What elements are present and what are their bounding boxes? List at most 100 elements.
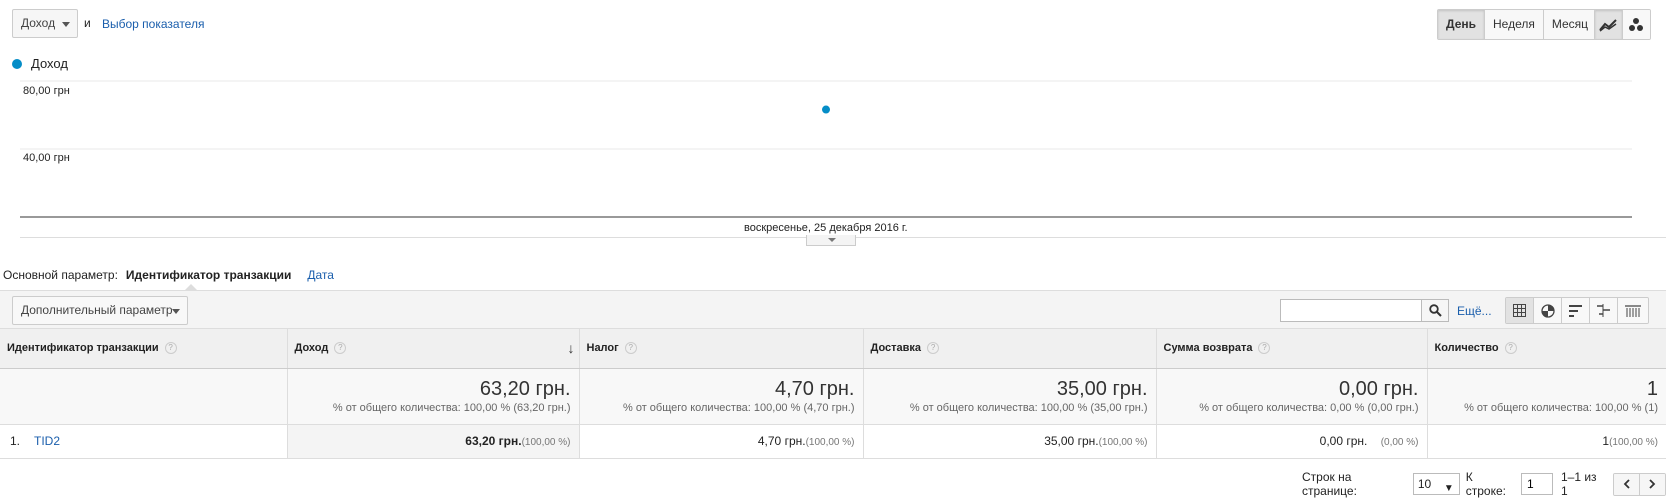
table-toolbar: Дополнительный параметр Ещё... (0, 290, 1666, 329)
help-icon[interactable]: ? (624, 342, 637, 355)
view-percentage-button[interactable] (1534, 298, 1562, 323)
table-search-input[interactable] (1280, 299, 1422, 322)
total-value: 63,20 грн. (479, 378, 571, 400)
row-shipping-cell: 35,00 грн.(100,00 %) (863, 424, 1157, 459)
total-percent: % от общего количества: 100,00 % (63,20 … (332, 402, 571, 414)
cell-percent: (0,00 %) (1380, 437, 1419, 448)
view-performance-button[interactable] (1562, 298, 1590, 323)
column-header-label: Доставка (870, 342, 922, 355)
data-table: Идентификатор транзакции? Доход? ↓ Налог… (0, 329, 1666, 459)
y-tick-label: 40,00 грн (23, 152, 70, 164)
metric-select-value: Доход (21, 16, 56, 30)
rows-per-page-label: Строк на странице: (1302, 470, 1357, 498)
transaction-id-link[interactable]: TID2 (34, 434, 60, 448)
totals-cell: 63,20 грн. % от общего количества: 100,0… (287, 368, 580, 425)
period-week-button[interactable]: Неделя (1485, 10, 1544, 39)
line-chart-button[interactable] (1595, 10, 1623, 39)
comparison-icon (1596, 304, 1610, 317)
y-tick-label: 80,00 грн (23, 85, 70, 97)
cell-percent: (100,00 %) (1098, 437, 1148, 448)
totals-row: 63,20 грн. % от общего количества: 100,0… (0, 368, 1666, 425)
page-nav (1613, 472, 1666, 496)
help-icon[interactable]: ? (927, 342, 940, 355)
primary-dimension-date-link[interactable]: Дата (307, 268, 334, 282)
chevron-down-icon: ▼ (1443, 483, 1454, 494)
help-icon[interactable]: ? (1504, 342, 1517, 355)
secondary-dimension-label: Дополнительный параметр (21, 303, 173, 317)
help-icon[interactable]: ? (334, 342, 347, 355)
data-point[interactable] (822, 105, 830, 114)
cell-value: 35,00 грн. (1044, 434, 1099, 448)
prev-page-button[interactable] (1614, 473, 1640, 495)
search-icon (1428, 304, 1442, 317)
cell-percent: (100,00 %) (1609, 437, 1658, 448)
primary-dimension-label: Основной параметр: (3, 268, 118, 282)
column-header-label: Количество (1434, 342, 1499, 355)
pie-chart-icon (1540, 303, 1555, 318)
pivot-icon (1625, 304, 1641, 317)
primary-dimension-active[interactable]: Идентификатор транзакции (126, 268, 291, 282)
rows-per-page-select[interactable]: 10 ▼ (1412, 473, 1460, 495)
column-header-tax[interactable]: Налог? (579, 329, 864, 369)
grid-icon (1513, 304, 1526, 317)
goto-row-input[interactable] (1520, 473, 1553, 495)
chevron-down-icon (172, 309, 180, 314)
cell-percent: (100,00 %) (521, 437, 571, 448)
totals-cell: 4,70 грн. % от общего количества: 100,00… (579, 368, 864, 425)
line-chart-icon (1599, 18, 1617, 32)
view-pivot-button[interactable] (1618, 298, 1648, 323)
totals-cell-empty (0, 368, 288, 425)
row-quantity-cell: 1(100,00 %) (1427, 424, 1666, 459)
collapse-chart-toggle[interactable] (806, 235, 856, 246)
totals-cell: 1 % от общего количества: 100,00 % (1) (1427, 368, 1666, 425)
period-toggle: День Неделя Месяц (1437, 9, 1598, 40)
primary-dimension-bar: Основной параметр: Идентификатор транзак… (3, 268, 334, 282)
next-page-button[interactable] (1639, 473, 1666, 495)
motion-chart-button[interactable] (1622, 10, 1650, 39)
total-value: 4,70 грн. (774, 378, 855, 400)
chevron-right-icon (1649, 479, 1656, 489)
column-header-label: Налог (586, 342, 619, 355)
column-header-label: Доход (294, 342, 329, 355)
column-header-quantity[interactable]: Количество? (1427, 329, 1666, 369)
help-icon[interactable]: ? (164, 342, 177, 355)
more-link[interactable]: Ещё... (1457, 304, 1492, 318)
period-day-button[interactable]: День (1438, 10, 1485, 39)
cell-value: 0,00 грн. (1319, 434, 1368, 448)
secondary-dimension-select[interactable]: Дополнительный параметр (12, 296, 188, 325)
chevron-left-icon (1623, 479, 1630, 489)
period-month-button[interactable]: Месяц (1543, 10, 1597, 39)
total-percent: % от общего количества: 100,00 % (4,70 г… (622, 402, 855, 414)
column-header-transaction-id[interactable]: Идентификатор транзакции? (0, 329, 288, 369)
bubble-chart-icon (1629, 17, 1644, 31)
cell-value: 4,70 грн. (757, 434, 806, 448)
total-value: 35,00 грн. (1056, 378, 1148, 400)
table-row: 1. TID2 63,20 грн.(100,00 %) 4,70 грн. (10… (0, 424, 1666, 459)
total-value: 1 (1646, 378, 1658, 400)
view-data-button[interactable] (1506, 298, 1534, 323)
total-percent: % от общего количества: 0,00 % (0,00 грн… (1199, 402, 1419, 414)
page-range-text: 1–1 из 1 (1560, 470, 1597, 498)
total-percent: % от общего количества: 100,00 % (1) (1464, 402, 1658, 414)
view-comparison-button[interactable] (1590, 298, 1618, 323)
total-value: 0,00 грн. (1338, 378, 1419, 400)
sort-desc-icon: ↓ (567, 340, 575, 356)
column-header-revenue[interactable]: Доход? ↓ (287, 329, 580, 369)
bar-chart-icon (1568, 304, 1582, 317)
select-metric-link[interactable]: Выбор показателя (102, 17, 204, 31)
column-header-shipping[interactable]: Доставка? (863, 329, 1157, 369)
row-revenue-cell: 63,20 грн.(100,00 %) (287, 424, 580, 459)
totals-cell: 35,00 грн. % от общего количества: 100,0… (863, 368, 1157, 425)
row-refund-cell: 0,00 грн. (0,00 %) (1156, 424, 1428, 459)
column-header-refund[interactable]: Сумма возврата? (1156, 329, 1428, 369)
column-header-label: Сумма возврата (1163, 342, 1253, 355)
table-header-row: Идентификатор транзакции? Доход? ↓ Налог… (0, 329, 1666, 369)
total-percent: % от общего количества: 100,00 % (35,00 … (909, 402, 1148, 414)
search-button[interactable] (1421, 299, 1449, 322)
help-icon[interactable]: ? (1258, 342, 1271, 355)
pagination: Строк на странице: 10 ▼ К строке: 1–1 из… (1302, 470, 1666, 498)
metric-select[interactable]: Доход (12, 9, 78, 38)
row-index: 1. (10, 434, 21, 448)
column-header-label: Идентификатор транзакции (7, 342, 159, 355)
chart-type-toggle (1594, 9, 1651, 40)
